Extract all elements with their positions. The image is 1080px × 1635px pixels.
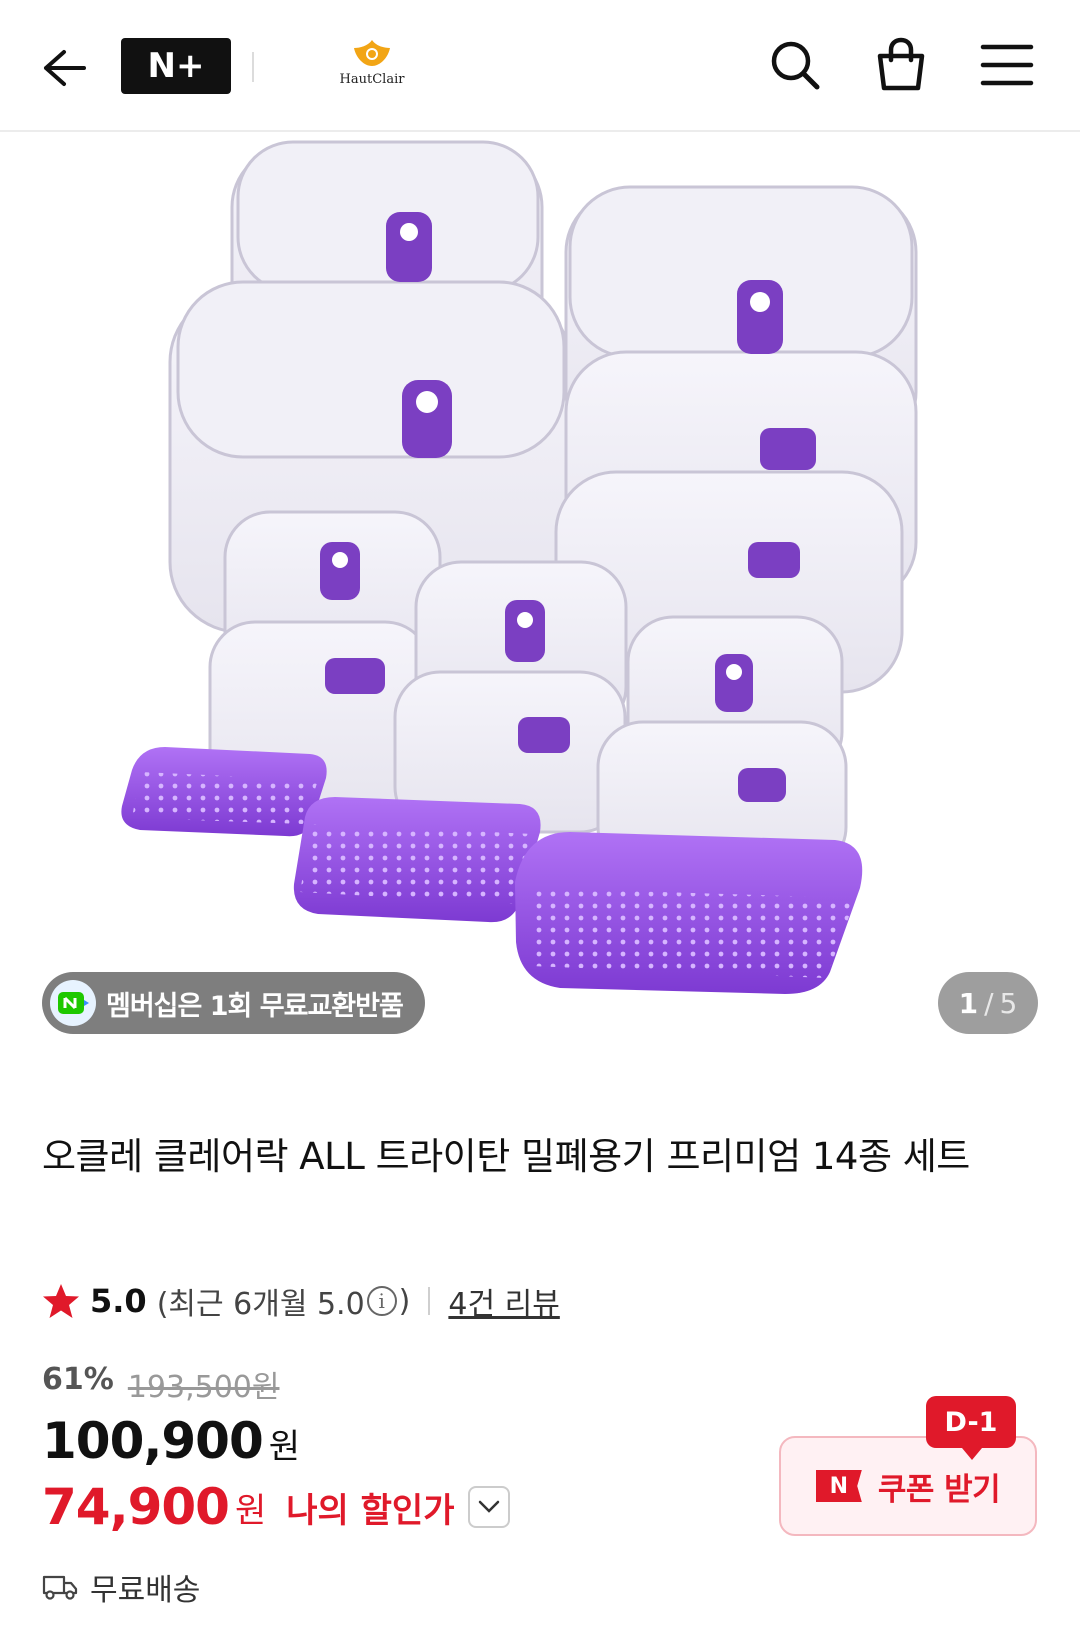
shipping-info: 무료배송 [42, 1565, 200, 1609]
nplus-badge-text: N+ [147, 46, 205, 86]
image-counter-current: 1 [958, 986, 979, 1020]
search-icon [771, 41, 820, 90]
info-icon[interactable]: i [366, 1286, 397, 1316]
nplus-store-badge[interactable]: N+ [121, 38, 231, 94]
product-title: 오클레 클레어락 ALL 트라이탄 밀폐용기 프리미엄 14종 세트 [42, 1135, 970, 1178]
menu-button[interactable] [976, 34, 1038, 96]
image-counter-total: 5 [999, 986, 1018, 1020]
recent-rating-text: (최근 6개월 5.0 [156, 1287, 365, 1322]
my-discount-price-unit: 원 [234, 1490, 267, 1531]
original-price-row: 61% 193,500원 [42, 1362, 279, 1406]
product-image-gallery[interactable]: 멤버십은 1회 무료교환반품 1 / 5 [0, 132, 1080, 1070]
get-coupon-label: 쿠폰 받기 [877, 1471, 1001, 1508]
image-counter-separator: / [984, 986, 994, 1020]
discount-percent: 61% [42, 1362, 114, 1397]
rating-score: 5.0 [90, 1282, 147, 1320]
my-discount-price: 74,900 [42, 1478, 230, 1536]
cart-button[interactable] [870, 34, 932, 96]
recent-rating-close: ) [398, 1283, 411, 1319]
sale-price: 100,900 [42, 1412, 264, 1470]
recent-rating: (최근 6개월 5.0 i ) [157, 1279, 411, 1323]
star-icon [43, 1284, 79, 1318]
price-detail-toggle[interactable] [468, 1486, 511, 1528]
review-count-link[interactable]: 4건 리뷰 [448, 1279, 559, 1323]
back-button[interactable] [36, 40, 92, 96]
image-counter: 1 / 5 [938, 972, 1038, 1034]
brand-name: HautClair [339, 72, 405, 87]
naver-n-icon: N [815, 1470, 862, 1502]
top-header: N+ HautClair [0, 0, 1080, 132]
get-coupon-button[interactable]: N 쿠폰 받기 [779, 1436, 1037, 1536]
search-button[interactable] [764, 34, 826, 96]
coupon-dday-badge: D-1 [926, 1396, 1016, 1460]
chevron-down-icon [479, 1500, 500, 1513]
sale-price-row: 100,900 원 [42, 1412, 300, 1470]
brand-logo[interactable]: HautClair [334, 38, 410, 96]
shopping-bag-icon [877, 37, 925, 91]
membership-badge-text: 멤버십은 1회 무료교환반품 [106, 990, 404, 1022]
naver-membership-icon [50, 980, 96, 1026]
header-divider [252, 52, 254, 82]
original-price: 193,500원 [127, 1370, 280, 1405]
brand-emblem-icon [354, 40, 390, 66]
rating-divider [428, 1287, 431, 1315]
sale-price-unit: 원 [268, 1427, 301, 1467]
arrow-left-icon [44, 50, 86, 86]
rating-row: 5.0 (최근 6개월 5.0 i ) 4건 리뷰 [42, 1276, 560, 1326]
my-discount-price-label: 나의 할인가 [286, 1490, 455, 1531]
delivery-truck-icon [42, 1575, 78, 1600]
shipping-label: 무료배송 [90, 1573, 201, 1608]
hamburger-menu-icon [980, 44, 1034, 86]
my-discount-price-row: 74,900 원 나의 할인가 [42, 1478, 511, 1536]
membership-free-return-badge[interactable]: 멤버십은 1회 무료교환반품 [42, 972, 425, 1034]
product-photo [121, 140, 918, 994]
